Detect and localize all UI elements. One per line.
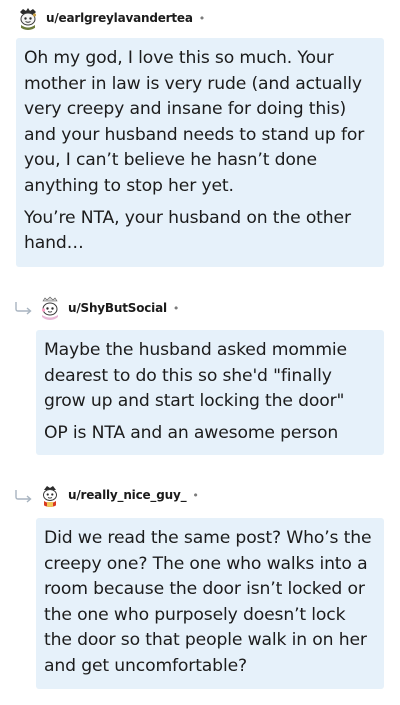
reply-arrow-icon xyxy=(15,302,32,315)
snoo-avatar-icon[interactable] xyxy=(38,296,62,320)
comment-header: u/earlgreylavandertea • xyxy=(16,6,205,30)
username[interactable]: u/really_nice_guy_ xyxy=(68,488,187,502)
snoo-avatar-icon[interactable] xyxy=(16,6,40,30)
comment-body: Did we read the same post? Who’s the cre… xyxy=(36,518,384,689)
comment-paragraph: Did we read the same post? Who’s the cre… xyxy=(44,528,372,676)
comment-paragraph: You’re NTA, your husband on the other ha… xyxy=(24,207,351,254)
username[interactable]: u/ShyButSocial xyxy=(68,301,167,315)
comment-header: u/really_nice_guy_ • xyxy=(38,483,199,507)
comment-body: Maybe the husband asked mommie dearest t… xyxy=(36,330,384,455)
reply-arrow-icon xyxy=(15,490,32,503)
separator-dot: • xyxy=(198,11,206,25)
separator-dot: • xyxy=(192,488,199,502)
comment-header: u/ShyButSocial • xyxy=(38,296,179,320)
snoo-avatar-icon[interactable] xyxy=(38,483,62,507)
comment-thread: u/earlgreylavandertea • Oh my god, I lov… xyxy=(0,0,400,705)
comment-paragraph: Maybe the husband asked mommie dearest t… xyxy=(44,340,347,412)
comment-body: Oh my god, I love this so much. Your mot… xyxy=(16,38,384,267)
username[interactable]: u/earlgreylavandertea xyxy=(46,11,193,25)
comment-paragraph: Oh my god, I love this so much. Your mot… xyxy=(24,48,365,196)
comment-paragraph: OP is NTA and an awesome person xyxy=(44,422,339,443)
separator-dot: • xyxy=(172,301,180,315)
